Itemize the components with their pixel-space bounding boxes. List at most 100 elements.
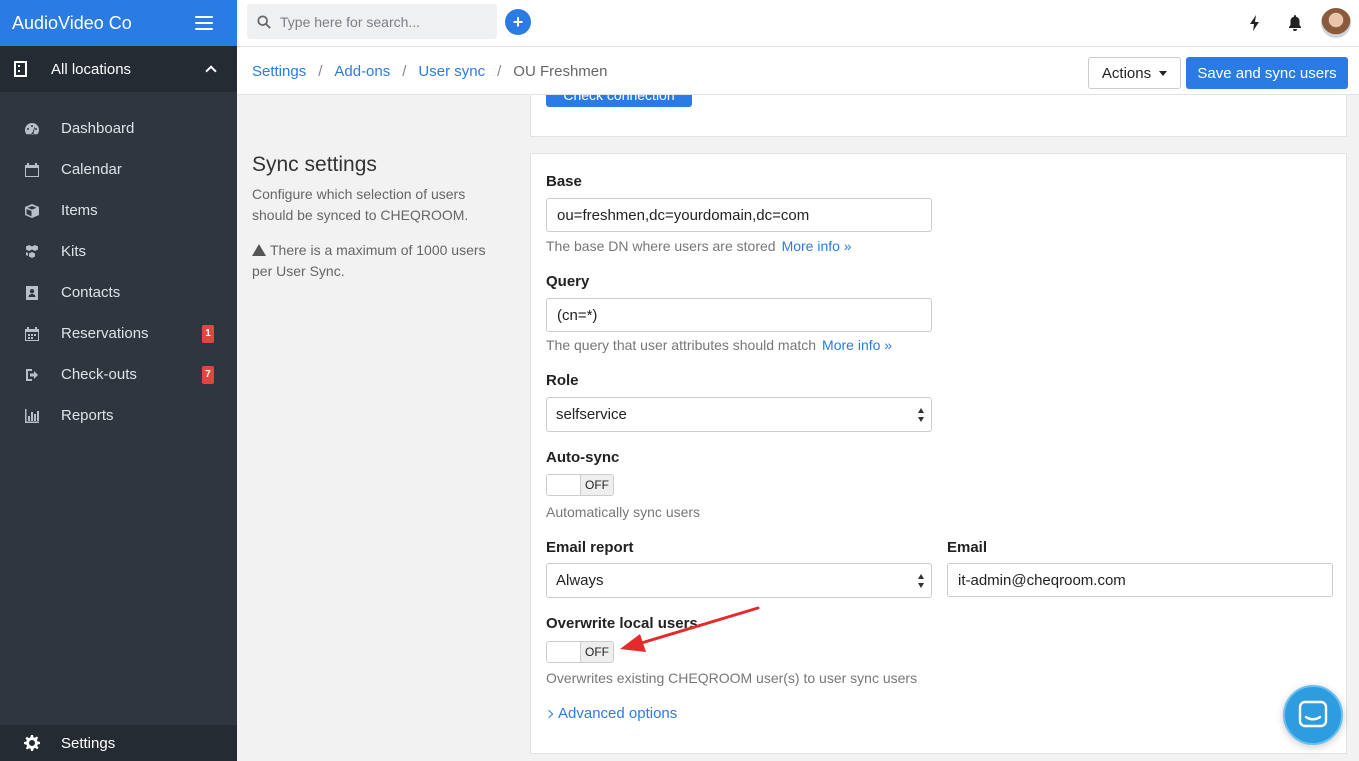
sidebar-item-contacts[interactable]: Contacts — [0, 272, 237, 313]
sidebar-item-label: Dashboard — [61, 120, 135, 137]
sidebar-item-reservations[interactable]: Reservations 1 — [0, 313, 237, 354]
advanced-options-link[interactable]: Advanced options — [544, 705, 678, 722]
checkout-icon — [24, 367, 40, 383]
chat-launcher-button[interactable] — [1283, 685, 1343, 745]
brand-name[interactable]: AudioVideo Co — [12, 13, 132, 34]
breadcrumb-user-sync[interactable]: User sync — [418, 63, 485, 80]
brand-bar: AudioVideo Co — [0, 0, 237, 46]
location-selector[interactable]: All locations — [0, 46, 237, 92]
section-warning: There is a maximum of 1000 users per Use… — [252, 240, 507, 282]
base-help: The base DN where users are stored More i… — [546, 238, 852, 254]
autosync-toggle[interactable]: OFF — [546, 474, 614, 496]
dashboard-icon — [24, 121, 40, 137]
query-input[interactable] — [546, 298, 932, 332]
sidebar-item-label: Check-outs — [61, 366, 137, 383]
section-title: Sync settings — [252, 153, 377, 176]
breadcrumb-separator: / — [402, 63, 407, 80]
sidebar-item-label: Contacts — [61, 284, 121, 301]
base-help-text: The base DN where users are stored — [546, 238, 776, 254]
email-report-value: Always — [556, 572, 604, 589]
top-right-tools — [1235, 0, 1359, 46]
sidebar: AudioVideo Co All locations Dashboard Ca… — [0, 0, 237, 761]
sidebar-item-label: Kits — [61, 243, 87, 260]
sidebar-item-calendar[interactable]: Calendar — [0, 149, 237, 190]
actions-button[interactable]: Actions — [1088, 57, 1181, 89]
chevron-right-icon — [544, 709, 554, 718]
sidebar-item-reports[interactable]: Reports — [0, 395, 237, 436]
advanced-options-label: Advanced options — [558, 705, 678, 722]
base-input[interactable] — [546, 198, 932, 232]
breadcrumb: Settings / Add-ons / User sync / OU Fres… — [252, 63, 607, 80]
reservations-icon — [24, 326, 40, 342]
query-help-text: The query that user attributes should ma… — [546, 337, 817, 353]
caret-down-icon — [1159, 70, 1168, 76]
breadcrumb-add-ons[interactable]: Add-ons — [334, 63, 390, 80]
sidebar-item-label: Calendar — [61, 161, 122, 178]
overwrite-help: Overwrites existing CHEQROOM user(s) to … — [546, 670, 918, 686]
role-value: selfservice — [556, 406, 627, 423]
search-box[interactable] — [247, 4, 497, 39]
menu-icon[interactable] — [195, 16, 213, 30]
connection-card: Check connection — [530, 95, 1347, 137]
role-select[interactable]: selfservice — [546, 397, 932, 432]
overwrite-toggle[interactable]: OFF — [546, 641, 614, 663]
sidebar-item-label: Reports — [61, 407, 114, 424]
chevron-up-icon — [205, 65, 217, 77]
sync-settings-card: Base The base DN where users are stored M… — [530, 153, 1347, 754]
search-icon — [257, 14, 271, 29]
actions-label: Actions — [1101, 64, 1152, 82]
role-label: Role — [546, 372, 579, 389]
lightning-icon[interactable] — [1235, 15, 1275, 31]
check-outs-badge: 7 — [202, 365, 214, 384]
sidebar-item-kits[interactable]: Kits — [0, 231, 237, 272]
sidebar-item-settings[interactable]: Settings — [0, 725, 237, 761]
email-input[interactable] — [947, 563, 1333, 597]
location-label: All locations — [51, 60, 132, 78]
box-icon — [24, 203, 40, 219]
add-button[interactable]: + — [505, 9, 531, 35]
sidebar-item-label: Settings — [61, 734, 116, 752]
save-and-sync-button[interactable]: Save and sync users — [1186, 57, 1348, 89]
check-connection-button[interactable]: Check connection — [546, 95, 692, 107]
kits-icon — [24, 244, 40, 260]
section-description: Configure which selection of users shoul… — [252, 186, 469, 223]
sidebar-item-items[interactable]: Items — [0, 190, 237, 231]
autosync-help: Automatically sync users — [546, 504, 701, 520]
sidebar-item-label: Reservations — [61, 325, 149, 342]
breadcrumb-separator: / — [497, 63, 502, 80]
bell-icon[interactable] — [1275, 15, 1315, 31]
email-report-label: Email report — [546, 539, 634, 556]
toggle-state: OFF — [581, 642, 613, 662]
building-icon — [14, 61, 27, 77]
calendar-icon — [24, 162, 40, 178]
query-help: The query that user attributes should ma… — [546, 337, 892, 353]
toggle-knob — [547, 642, 581, 662]
breadcrumb-current: OU Freshmen — [513, 63, 608, 80]
sidebar-item-dashboard[interactable]: Dashboard — [0, 108, 237, 149]
sidebar-item-label: Items — [61, 202, 98, 219]
select-arrows-icon — [918, 408, 926, 422]
query-more-info-link[interactable]: More info » — [822, 337, 892, 353]
reservations-badge: 1 — [202, 324, 214, 343]
avatar[interactable] — [1321, 8, 1351, 38]
annotation-arrow-icon — [620, 606, 760, 652]
gear-icon — [24, 735, 40, 751]
toggle-knob — [547, 475, 581, 495]
autosync-label: Auto-sync — [546, 449, 620, 466]
top-bar: + — [237, 0, 1359, 47]
breadcrumb-separator: / — [318, 63, 323, 80]
search-input[interactable] — [280, 13, 480, 30]
sidebar-item-check-outs[interactable]: Check-outs 7 — [0, 354, 237, 395]
base-more-info-link[interactable]: More info » — [782, 238, 852, 254]
select-arrows-icon — [918, 574, 926, 588]
email-label: Email — [947, 539, 988, 556]
email-report-select[interactable]: Always — [546, 563, 932, 598]
query-label: Query — [546, 273, 590, 290]
sidebar-nav: Dashboard Calendar Items Kits Contacts R… — [0, 108, 237, 436]
base-label: Base — [546, 173, 582, 190]
warning-icon — [252, 244, 266, 256]
page-header: Settings / Add-ons / User sync / OU Fres… — [237, 47, 1359, 95]
warning-text: There is a maximum of 1000 users per Use… — [252, 242, 486, 279]
bar-chart-icon — [24, 408, 40, 424]
breadcrumb-settings[interactable]: Settings — [252, 63, 306, 80]
